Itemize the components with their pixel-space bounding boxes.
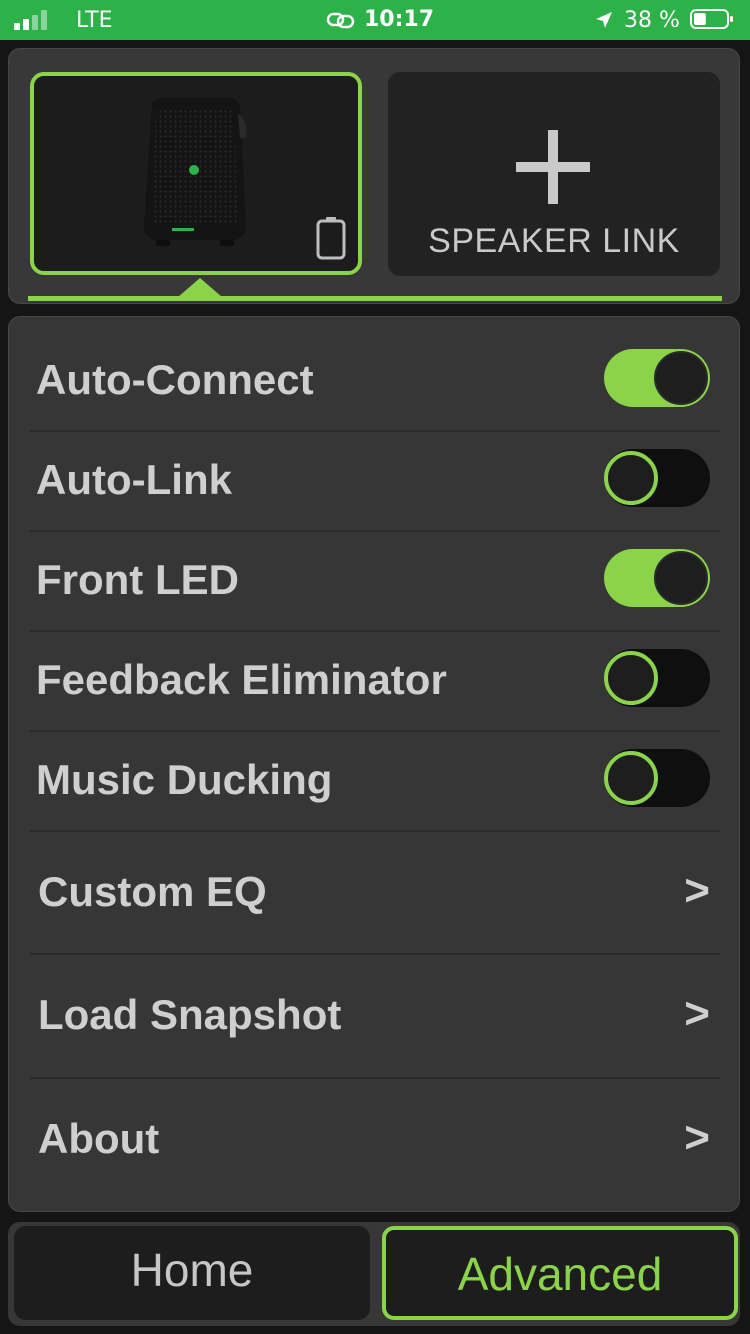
link-icon xyxy=(326,10,356,36)
signal-icon xyxy=(14,10,48,30)
setting-label: Front LED xyxy=(36,556,239,603)
music-ducking-toggle[interactable] xyxy=(604,749,710,807)
front-led-toggle[interactable] xyxy=(604,549,710,607)
carrier-label: LTE xyxy=(76,8,113,33)
menu-item-about[interactable]: About > xyxy=(30,1077,720,1201)
setting-feedback-eliminator: Feedback Eliminator xyxy=(30,630,720,732)
tab-home[interactable]: Home xyxy=(14,1226,370,1320)
chevron-right-icon: > xyxy=(684,989,710,1038)
status-bar: LTE 10:17 38 % xyxy=(0,0,750,40)
feedback-eliminator-toggle[interactable] xyxy=(604,649,710,707)
chevron-right-icon: > xyxy=(684,866,710,915)
setting-music-ducking: Music Ducking xyxy=(30,730,720,832)
selection-indicator-bar xyxy=(28,296,722,301)
speaker-link-label: SPEAKER LINK xyxy=(428,222,680,260)
battery-percent: 38 % xyxy=(624,8,680,33)
setting-label: Auto-Connect xyxy=(36,356,314,403)
chevron-right-icon: > xyxy=(684,1113,710,1162)
setting-label: Music Ducking xyxy=(36,756,333,803)
tab-bar: Home Advanced xyxy=(8,1222,740,1326)
menu-item-label: Custom EQ xyxy=(38,868,267,915)
setting-label: Feedback Eliminator xyxy=(36,656,447,703)
battery-icon xyxy=(690,9,734,29)
toggle-knob xyxy=(654,551,708,605)
setting-front-led: Front LED xyxy=(30,530,720,632)
speaker-card[interactable] xyxy=(30,72,362,275)
toggle-knob xyxy=(604,751,658,805)
tab-advanced[interactable]: Advanced xyxy=(382,1226,738,1320)
toggle-knob xyxy=(654,351,708,405)
menu-item-label: Load Snapshot xyxy=(38,991,342,1038)
location-arrow-icon xyxy=(594,10,614,36)
speaker-image xyxy=(138,94,250,255)
clock: 10:17 xyxy=(364,7,435,32)
menu-item-load-snapshot[interactable]: Load Snapshot > xyxy=(30,953,720,1079)
auto-link-toggle[interactable] xyxy=(604,449,710,507)
speaker-battery-icon xyxy=(316,216,346,265)
toggle-knob xyxy=(604,451,658,505)
auto-connect-toggle[interactable] xyxy=(604,349,710,407)
speaker-link-button[interactable]: SPEAKER LINK xyxy=(388,72,720,276)
menu-item-label: About xyxy=(38,1115,160,1162)
menu-item-custom-eq[interactable]: Custom EQ > xyxy=(30,830,720,955)
toggle-knob xyxy=(604,651,658,705)
setting-auto-link: Auto-Link xyxy=(30,430,720,532)
setting-label: Auto-Link xyxy=(36,456,232,503)
setting-auto-connect: Auto-Connect xyxy=(30,328,720,432)
selection-indicator-arrow xyxy=(178,278,222,297)
plus-icon xyxy=(516,130,590,209)
